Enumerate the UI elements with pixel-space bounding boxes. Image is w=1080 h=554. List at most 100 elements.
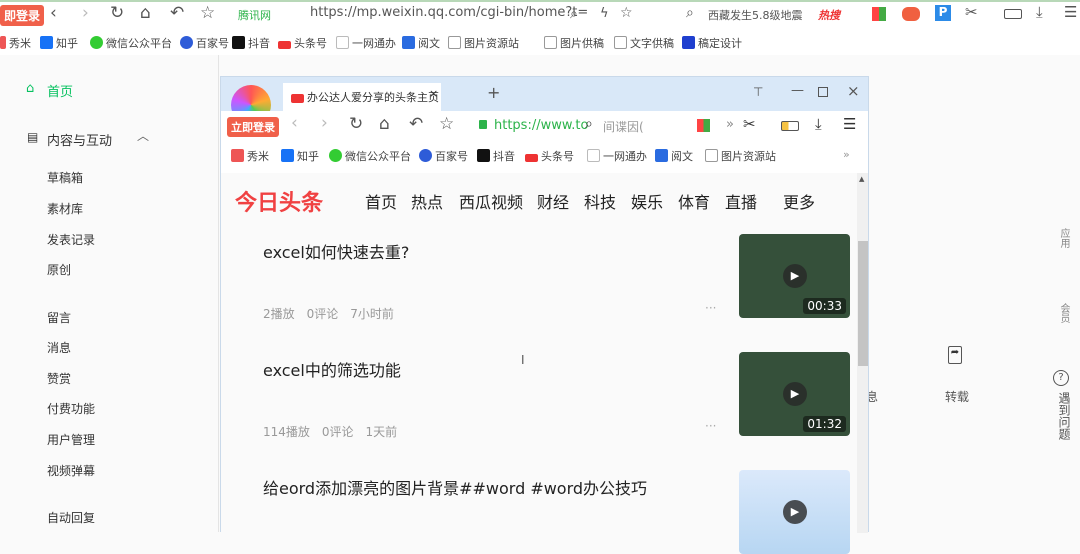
forward-icon[interactable]: › xyxy=(82,3,89,23)
nav-item[interactable]: 科技 xyxy=(584,189,616,213)
bookmark[interactable]: 抖音 xyxy=(232,35,270,51)
play-icon[interactable]: ▶ xyxy=(783,382,807,406)
sidebar-item[interactable]: 原创 xyxy=(47,261,71,278)
game-icon[interactable] xyxy=(902,7,920,21)
login-button[interactable]: 即登录 xyxy=(0,5,45,26)
forward-icon[interactable]: › xyxy=(321,113,328,133)
undo-icon[interactable]: ↶ xyxy=(409,114,423,134)
article-title[interactable]: 给eord添加漂亮的图片背景##word #word办公技巧 xyxy=(263,475,647,499)
battery-icon[interactable] xyxy=(781,121,799,131)
scissors-icon[interactable]: ✂ xyxy=(743,115,756,133)
apps-icon[interactable] xyxy=(872,7,886,21)
p-icon[interactable]: P xyxy=(935,5,951,21)
bookmark[interactable]: 知乎 xyxy=(281,148,319,164)
skin-icon[interactable]: ⊤ xyxy=(753,85,763,99)
scissors-icon[interactable]: ✂ xyxy=(965,3,978,21)
sidebar-item[interactable]: 赞赏 xyxy=(47,370,71,387)
sidebar-item[interactable]: 留言 xyxy=(47,309,71,326)
bookmark[interactable]: 秀米 xyxy=(231,148,269,164)
bookmark[interactable]: 阅文 xyxy=(655,148,693,164)
bookmark[interactable]: 文字供稿 xyxy=(614,35,674,51)
sidebar-section-content[interactable]: 内容与互动 xyxy=(47,130,112,149)
home-icon[interactable]: ⌂ xyxy=(379,114,390,134)
bookmark[interactable]: 微信公众平台 xyxy=(90,35,172,51)
new-tab-icon[interactable]: + xyxy=(487,83,500,102)
more-options-icon[interactable]: ··· xyxy=(705,301,716,315)
apps-icon[interactable] xyxy=(697,119,710,132)
play-icon[interactable]: ▶ xyxy=(783,500,807,524)
zoom-icon[interactable]: ⌕ xyxy=(570,6,578,22)
chevron-up-icon[interactable]: ︿ xyxy=(137,127,149,144)
close-window-icon[interactable]: × xyxy=(847,82,860,100)
nav-item[interactable]: 直播 xyxy=(725,189,757,213)
maximize-icon[interactable] xyxy=(818,87,828,97)
help-link[interactable]: 遇到问题 xyxy=(1056,392,1073,440)
video-thumbnail[interactable]: ▶ 00:33 xyxy=(739,234,850,318)
login-button[interactable]: 立即登录 xyxy=(227,117,279,137)
star-icon[interactable]: ☆ xyxy=(439,114,454,134)
battery-icon[interactable] xyxy=(1004,9,1022,19)
refresh-icon[interactable]: ↻ xyxy=(349,114,363,134)
apps-link[interactable]: 应用 xyxy=(1056,228,1071,248)
bookmark[interactable]: 头条号 xyxy=(525,148,574,164)
back-icon[interactable]: ‹ xyxy=(50,3,57,23)
url-input[interactable]: https://mp.weixin.qq.com/cgi-bin/home?t= xyxy=(310,5,588,20)
sidebar-item[interactable]: 付费功能 xyxy=(47,400,95,417)
scrollbar[interactable]: ▲ xyxy=(857,173,868,533)
scroll-up-icon[interactable]: ▲ xyxy=(859,175,864,183)
bookmark[interactable]: 头条号 xyxy=(278,35,327,51)
bolt-icon[interactable]: ϟ xyxy=(600,6,609,21)
bookmark[interactable]: 抖音 xyxy=(477,148,515,164)
bookmark[interactable]: 图片资源站 xyxy=(705,148,776,164)
hot-search[interactable]: 热搜 xyxy=(818,7,840,23)
search-hint[interactable]: 间谍因( xyxy=(603,118,644,135)
favorite-icon[interactable]: ☆ xyxy=(620,5,633,21)
bookmark[interactable]: 一网通办 xyxy=(587,148,647,164)
nav-item[interactable]: 财经 xyxy=(537,189,569,213)
download-icon[interactable]: ⤓ xyxy=(1036,3,1043,21)
star-icon[interactable]: ☆ xyxy=(200,3,215,23)
sidebar-item[interactable]: 视频弹幕 xyxy=(47,462,95,479)
nav-item[interactable]: 西瓜视频 xyxy=(459,189,523,213)
sidebar-item[interactable]: 素材库 xyxy=(47,200,83,217)
tab-toutiao[interactable]: 办公达人爱分享的头条主页 - 今 xyxy=(283,83,441,111)
nav-item[interactable]: 热点 xyxy=(411,189,443,213)
url-input[interactable]: https://www.to xyxy=(494,118,589,133)
scrollbar-thumb[interactable] xyxy=(858,241,868,366)
sidebar-item[interactable]: 消息 xyxy=(47,339,71,356)
search-icon[interactable]: ⌕ xyxy=(686,5,694,21)
sidebar-item[interactable]: 发表记录 xyxy=(47,231,95,248)
video-thumbnail[interactable]: ▶ xyxy=(739,470,850,554)
more-options-icon[interactable]: ··· xyxy=(705,419,716,433)
bookmark[interactable]: 微信公众平台 xyxy=(329,148,411,164)
bookmark[interactable]: 图片资源站 xyxy=(448,35,519,51)
undo-icon[interactable]: ↶ xyxy=(170,3,184,23)
play-icon[interactable]: ▶ xyxy=(783,264,807,288)
article-title[interactable]: excel如何快速去重? xyxy=(263,239,409,263)
minimize-icon[interactable]: — xyxy=(791,83,804,98)
more-icon[interactable]: » xyxy=(726,117,734,132)
more-bookmarks-icon[interactable]: » xyxy=(843,148,850,161)
sidebar-item-home[interactable]: 首页 xyxy=(47,81,73,100)
toutiao-logo[interactable]: 今日头条 xyxy=(235,185,323,217)
menu-icon[interactable]: ☰ xyxy=(1064,3,1077,21)
sidebar-item[interactable]: 草稿箱 xyxy=(47,169,83,186)
bookmark[interactable]: 阅文 xyxy=(402,35,440,51)
nav-item[interactable]: 更多 xyxy=(783,189,815,213)
sidebar-item[interactable]: 用户管理 xyxy=(47,431,95,448)
nav-item[interactable]: 首页 xyxy=(365,189,397,213)
download-icon[interactable]: ⤓ xyxy=(815,115,822,133)
member-link[interactable]: 会员 xyxy=(1056,303,1071,323)
nav-item[interactable]: 娱乐 xyxy=(631,189,663,213)
repost-label[interactable]: 转载 xyxy=(945,388,969,405)
close-tab-icon[interactable]: × xyxy=(429,87,438,100)
bookmark[interactable]: 稿定设计 xyxy=(682,35,742,51)
help-icon[interactable]: ? xyxy=(1053,370,1069,386)
bookmark[interactable]: 百家号 xyxy=(419,148,468,164)
repost-icon[interactable]: ➦ xyxy=(948,346,962,364)
article-title[interactable]: excel中的筛选功能 xyxy=(263,357,401,381)
back-icon[interactable]: ‹ xyxy=(291,113,298,133)
bookmark[interactable]: 知乎 xyxy=(40,35,78,51)
search-hint[interactable]: 西藏发生5.8级地震 xyxy=(708,7,803,23)
home-icon[interactable]: ⌂ xyxy=(140,3,151,23)
